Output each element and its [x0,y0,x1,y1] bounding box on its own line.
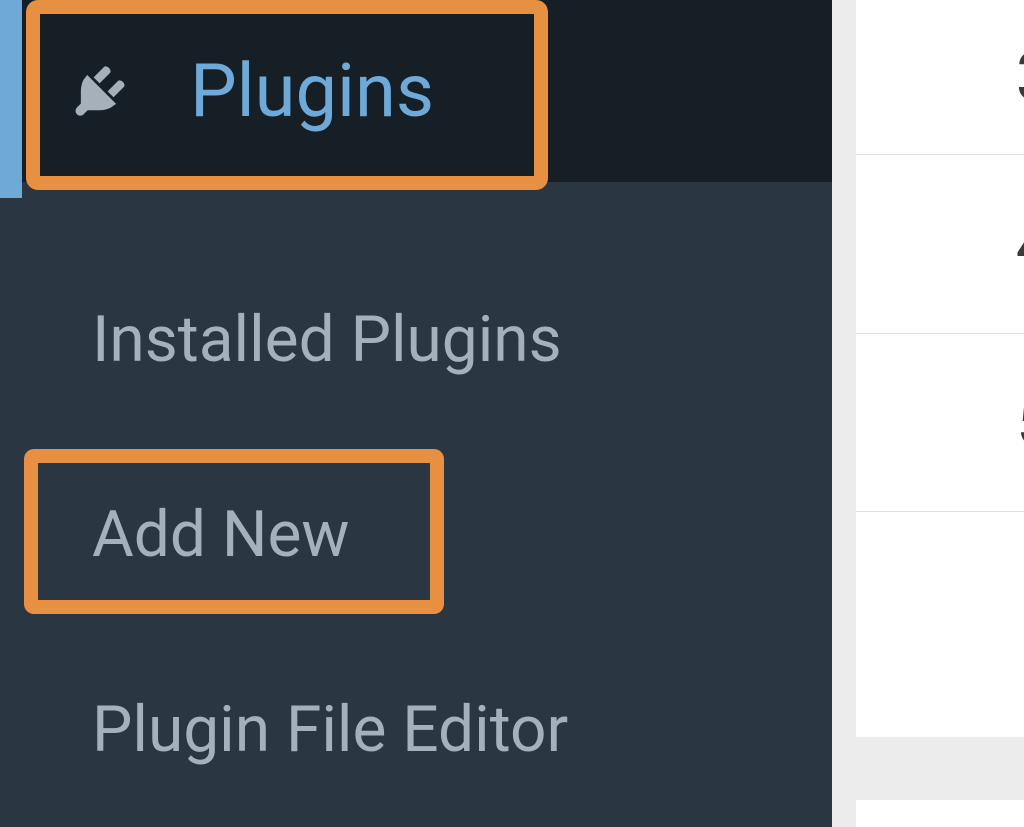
active-menu-indicator [0,0,22,198]
submenu-label: Add New [92,497,350,572]
list-item-spacer [856,511,1024,738]
number-text: 4 [1016,204,1024,284]
content-area: 3 4 5 [832,0,1024,827]
admin-sidebar: Plugins Installed Plugins Add New Plugin… [0,0,832,827]
number-text: 5 [1016,382,1024,462]
submenu-label: Installed Plugins [92,302,562,377]
submenu-plugin-file-editor[interactable]: Plugin File Editor [92,632,832,827]
list-item-number: 3 [856,0,1024,154]
sidebar-menu-plugins[interactable]: Plugins [0,0,832,182]
plug-icon [68,59,132,123]
panel-bottom [856,800,1024,827]
plugins-submenu: Installed Plugins Add New Plugin File Ed… [0,182,832,827]
submenu-label: Plugin File Editor [92,692,568,767]
list-item-number: 4 [856,154,1024,332]
menu-title: Plugins [190,48,434,135]
list-item-number: 5 [856,333,1024,511]
menu-header-content: Plugins [68,48,434,135]
submenu-add-new[interactable]: Add New [92,437,832,632]
app-container: Plugins Installed Plugins Add New Plugin… [0,0,1024,827]
submenu-installed-plugins[interactable]: Installed Plugins [92,242,832,437]
panel-gap [856,737,1024,800]
number-text: 3 [1016,37,1024,117]
